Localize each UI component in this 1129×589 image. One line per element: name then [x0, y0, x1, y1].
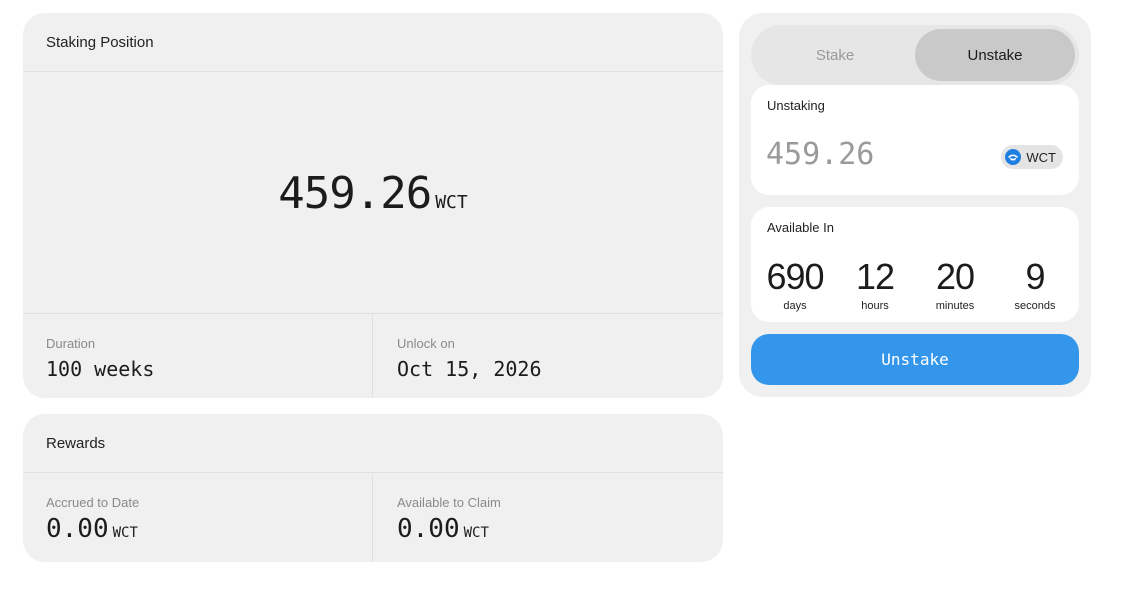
- staking-position-title: Staking Position: [23, 13, 723, 72]
- stake-unstake-toggle: Stake Unstake: [751, 25, 1079, 85]
- tab-stake[interactable]: Stake: [755, 29, 915, 81]
- unlock-label: Unlock on: [397, 336, 455, 351]
- claimable-amount: 0.00: [397, 514, 460, 544]
- countdown-hours-value: 12: [855, 256, 895, 297]
- staking-position-card: Staking Position 459.26 WCT Duration 100…: [23, 13, 723, 398]
- countdown-days-value: 690: [766, 256, 824, 297]
- countdown-seconds-label: seconds: [1014, 300, 1056, 312]
- claimable-stat: Available to Claim 0.00 WCT: [372, 474, 723, 562]
- countdown-minutes: 20 minutes: [916, 255, 994, 312]
- unstaking-amount-box: Unstaking WCT: [751, 85, 1079, 195]
- claimable-unit: WCT: [463, 525, 489, 541]
- countdown-seconds: 9 seconds: [996, 255, 1074, 312]
- countdown-days-label: days: [783, 300, 807, 312]
- countdown-hours: 12 hours: [836, 255, 914, 312]
- staked-amount-display: 459.26 WCT: [23, 73, 723, 313]
- token-selector: WCT: [1001, 145, 1063, 169]
- countdown-minutes-label: minutes: [935, 300, 975, 312]
- staked-amount-unit: WCT: [435, 191, 468, 213]
- unlock-date: Oct 15, 2026: [397, 357, 542, 381]
- unlock-stat: Unlock on Oct 15, 2026: [372, 314, 723, 398]
- tab-unstake[interactable]: Unstake: [915, 29, 1075, 81]
- countdown: 690 days 12 hours 20 minutes 9 seconds: [751, 255, 1079, 312]
- rewards-title: Rewards: [23, 414, 723, 473]
- claimable-value: 0.00 WCT: [397, 514, 700, 544]
- claimable-label: Available to Claim: [397, 495, 501, 510]
- accrued-stat: Accrued to Date 0.00 WCT: [23, 474, 372, 562]
- unstake-amount-input[interactable]: [766, 137, 986, 172]
- available-in-label: Available In: [767, 220, 834, 235]
- countdown-minutes-value: 20: [935, 256, 975, 297]
- staking-stats: Duration 100 weeks Unlock on Oct 15, 202…: [23, 313, 723, 398]
- unstake-button[interactable]: Unstake: [751, 334, 1079, 385]
- token-symbol: WCT: [1026, 149, 1056, 165]
- accrued-value: 0.00 WCT: [46, 514, 349, 544]
- stake-unstake-panel: Stake Unstake Unstaking WCT Available In…: [739, 13, 1091, 397]
- accrued-amount: 0.00: [46, 514, 109, 544]
- duration-value: 100 weeks: [46, 357, 155, 381]
- accrued-label: Accrued to Date: [46, 495, 140, 510]
- walletconnect-icon: [1005, 149, 1022, 165]
- countdown-days: 690 days: [756, 255, 834, 312]
- rewards-stats: Accrued to Date 0.00 WCT Available to Cl…: [23, 474, 723, 562]
- duration-label: Duration: [46, 336, 96, 351]
- duration-stat: Duration 100 weeks: [23, 314, 372, 398]
- available-in-box: Available In 690 days 12 hours 20 minute…: [751, 207, 1079, 322]
- countdown-seconds-value: 9: [1025, 256, 1045, 297]
- accrued-unit: WCT: [112, 525, 138, 541]
- countdown-hours-label: hours: [861, 300, 889, 312]
- rewards-card: Rewards Accrued to Date 0.00 WCT Availab…: [23, 414, 723, 562]
- staked-amount: 459.26: [278, 167, 432, 219]
- unstaking-label: Unstaking: [767, 98, 825, 113]
